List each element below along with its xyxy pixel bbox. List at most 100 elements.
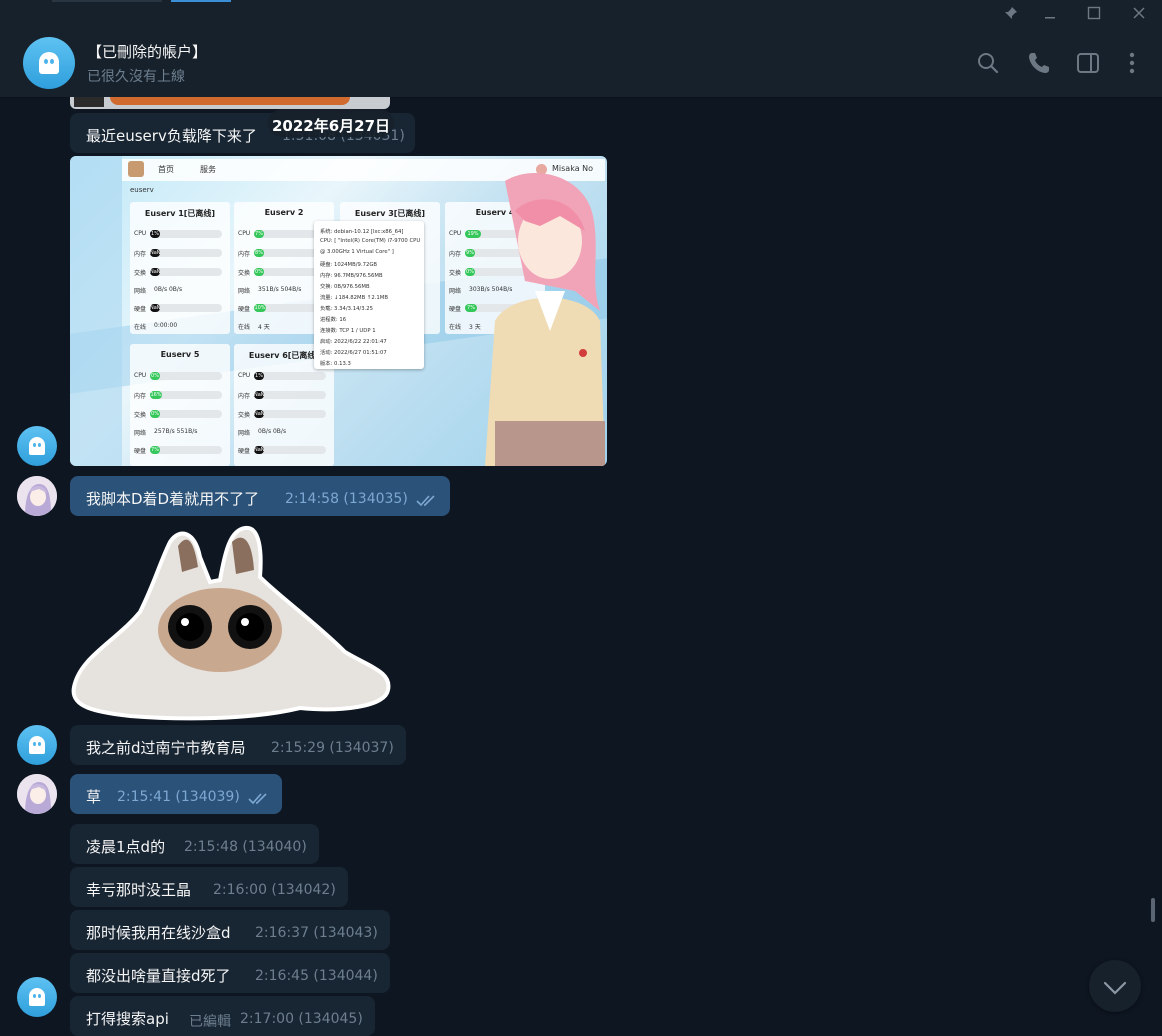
card-label: 硬盘: [449, 306, 462, 313]
card-label: 交换: [134, 412, 147, 419]
message-time: 2:14:58 (134035): [285, 491, 408, 507]
sender-avatar[interactable]: [17, 725, 57, 765]
group-label: euserv: [130, 186, 154, 194]
card-label: CPU: [134, 372, 147, 379]
chevron-down-icon: [1103, 981, 1127, 995]
mem-bar: NaN: [150, 249, 161, 257]
message-bubble[interactable]: 凌晨1点d的 2:15:48 (134040): [70, 824, 319, 864]
sender-avatar[interactable]: [17, 977, 57, 1017]
card-label: 内存: [134, 251, 147, 258]
ghost-icon: [29, 736, 45, 754]
sidebar-toggle-icon[interactable]: [1075, 50, 1101, 76]
card-label: 交换: [449, 270, 462, 277]
message-text: 我脚本D着D着就用不了了: [86, 490, 260, 508]
titlebar-strip-active: [171, 0, 231, 2]
message-text: 打得搜索api: [86, 1010, 169, 1028]
image-message[interactable]: 首页 服务 Misaka No euserv Euserv 1[已离线] CPU…: [70, 156, 607, 466]
nav-home: 首页: [158, 165, 174, 174]
server-info-tooltip: 系统: debian-10.12 [lxc:x86_64] CPU: [ "In…: [314, 221, 424, 369]
maximize-icon[interactable]: [1085, 6, 1103, 24]
ghost-icon: [29, 988, 45, 1006]
swap-bar: 0%: [150, 410, 160, 418]
message-bubble[interactable]: 我脚本D着D着就用不了了 2:14:58 (134035): [70, 476, 450, 516]
online-value: 4 天: [258, 324, 270, 331]
chat-title[interactable]: 【已刪除的帳户】: [87, 41, 207, 62]
mem-bar: 8%: [254, 249, 264, 257]
swap-bar: NaN: [150, 268, 161, 276]
chat-scrollbar[interactable]: [1151, 898, 1155, 922]
swap-bar: 0%: [254, 268, 264, 276]
read-checkmark-icon: [248, 793, 267, 805]
message-text: 幸亏那时没王晶: [86, 881, 192, 899]
message-time: 2:17:00 (134045): [240, 1011, 363, 1027]
date-text: 2022年6月27日: [271, 117, 391, 135]
tooltip-line: 启动: 2022/6/22 22:01:47: [320, 339, 387, 345]
message-time: 2:15:48 (134040): [184, 839, 307, 855]
message-bubble[interactable]: 都没出啥量直接d死了 2:16:45 (134044): [70, 953, 390, 993]
window-titlebar: [0, 0, 1162, 30]
card-label: 硬盘: [238, 448, 251, 455]
card-label: CPU: [134, 230, 147, 237]
disk-bar: NaN: [150, 304, 161, 312]
disk-bar: NaN: [254, 446, 265, 454]
message-time: 2:15:41 (134039): [117, 789, 240, 805]
anime-girl-illustration: [485, 173, 605, 466]
close-icon[interactable]: [1130, 6, 1148, 24]
card-title: Euserv 5: [160, 350, 200, 359]
message-bubble[interactable]: 幸亏那时没王晶 2:16:00 (134042): [70, 867, 348, 907]
disk-bar: 7%: [150, 446, 160, 454]
previous-image[interactable]: [70, 97, 390, 109]
card-label: 在线: [449, 324, 462, 331]
online-value: 0:00:00: [154, 322, 178, 329]
tooltip-line: 流量: ↓184.82MB ↑2.1MB: [320, 295, 388, 301]
cpu-bar: 7%: [254, 230, 264, 238]
message-text: 都没出啥量直接d死了: [86, 967, 231, 985]
card-label: 网络: [238, 288, 251, 295]
message-bubble[interactable]: 我之前d过南宁市教育局 2:15:29 (134037): [70, 725, 406, 765]
card-title: Euserv 2: [264, 208, 304, 217]
card-label: 网络: [134, 288, 147, 295]
tooltip-line: CPU: [ "Intel(R) Core(TM) i7-9700 CPU: [320, 238, 421, 244]
net-value: 351B/s 504B/s: [258, 286, 302, 293]
server-card: Euserv 5 CPU 0% 内存 16% 交换 0% 网络 257B/s 5…: [130, 344, 230, 466]
chat-header: 【已刪除的帳户】 已很久沒有上線: [0, 30, 1162, 98]
tooltip-line: 硬盘: 1024MB/9.72GB: [320, 262, 378, 268]
user-avatar[interactable]: [17, 774, 57, 814]
message-text: 我之前d过南宁市教育局: [86, 739, 246, 757]
sender-avatar[interactable]: [17, 426, 57, 466]
ghost-icon: [39, 52, 59, 74]
card-label: 交换: [238, 270, 251, 277]
card-label: 硬盘: [134, 448, 147, 455]
scroll-down-button[interactable]: [1089, 960, 1141, 1012]
tooltip-line: 进程数: 16: [320, 317, 347, 323]
read-checkmark-icon: [416, 495, 435, 507]
date-separator: 2022年6月27日: [268, 109, 394, 137]
net-value: 257B/s 551B/s: [154, 428, 198, 435]
pin-icon[interactable]: [1002, 6, 1020, 24]
more-icon[interactable]: [1119, 50, 1145, 76]
net-value: 0B/s 0B/s: [154, 286, 183, 293]
sticker-image[interactable]: [70, 522, 392, 722]
card-label: CPU: [238, 372, 251, 379]
phone-icon[interactable]: [1026, 50, 1052, 76]
message-time: 2:16:37 (134043): [255, 925, 378, 941]
search-icon[interactable]: [975, 50, 1001, 76]
card-label: 内存: [134, 393, 147, 400]
message-bubble[interactable]: 那时候我用在线沙盒d 2:16:37 (134043): [70, 910, 390, 950]
chat-avatar[interactable]: [23, 37, 75, 89]
card-label: 交换: [238, 412, 251, 419]
card-label: 内存: [449, 251, 462, 258]
message-bubble[interactable]: 草 2:15:41 (134039): [70, 774, 282, 814]
cpu-bar: 0%: [150, 372, 160, 380]
card-label: 在线: [238, 324, 251, 331]
user-avatar[interactable]: [17, 476, 57, 516]
card-label: 网络: [134, 430, 147, 437]
message-text: 最近euserv负载降下来了: [86, 127, 257, 145]
card-title: Euserv 1[已离线]: [144, 209, 216, 218]
tooltip-line: 交换: 0B/976.56MB: [320, 284, 370, 290]
message-bubble[interactable]: 打得搜索api 已編輯 2:17:00 (134045): [70, 996, 375, 1036]
minimize-icon[interactable]: [1041, 6, 1059, 24]
titlebar-strip: [52, 0, 162, 2]
ghost-icon: [29, 437, 45, 455]
card-label: 交换: [134, 270, 147, 277]
